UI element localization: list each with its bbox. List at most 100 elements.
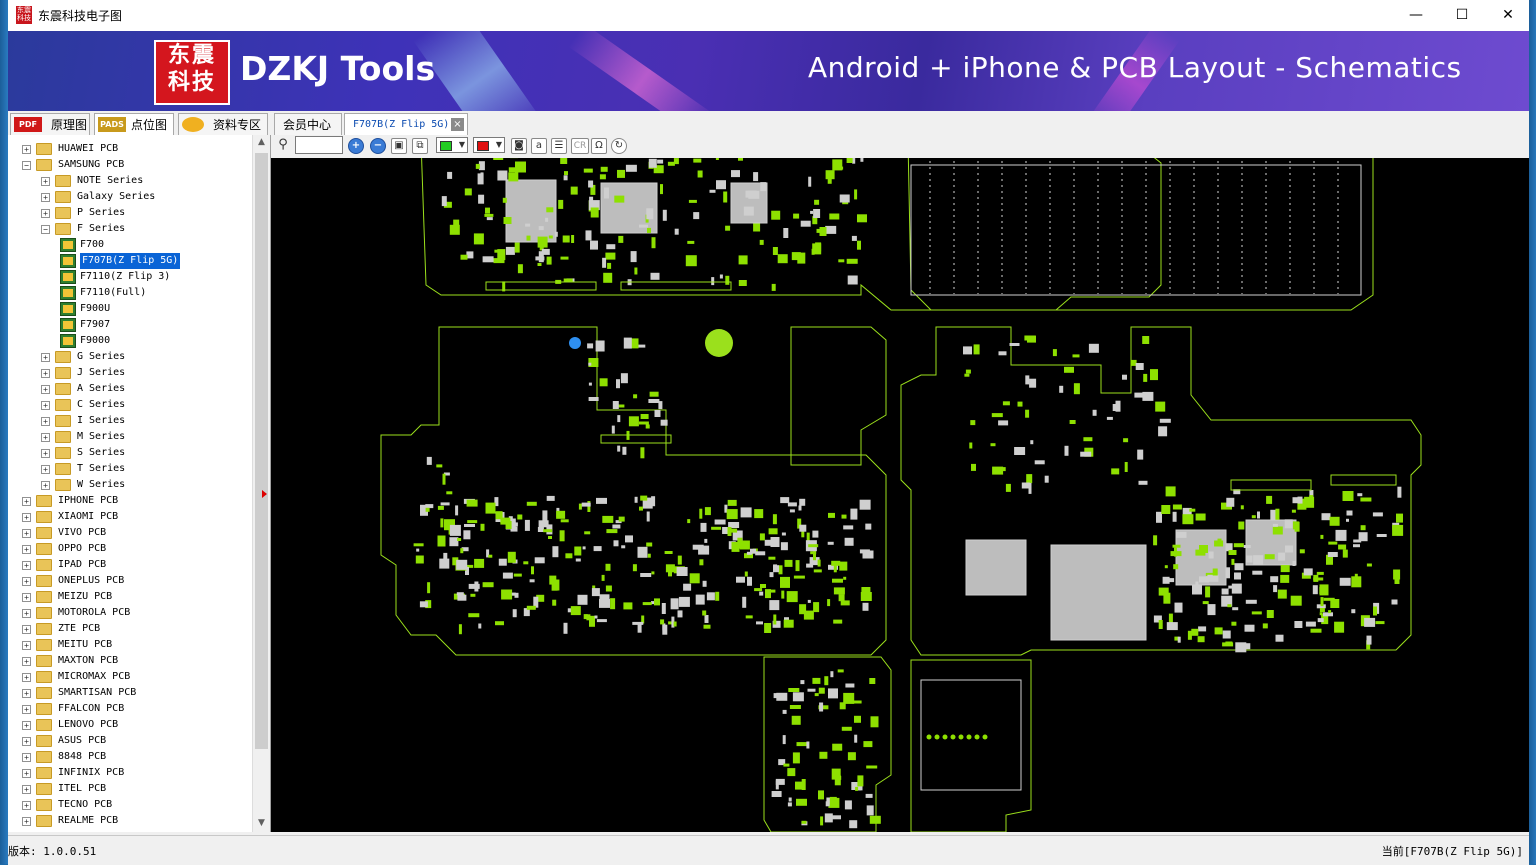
layer-toggle-icon[interactable]: ◙ xyxy=(511,138,527,154)
component-pad xyxy=(617,169,625,178)
shield-dot xyxy=(1001,185,1003,187)
expander-icon[interactable]: + xyxy=(41,465,50,474)
shield-dot xyxy=(1049,233,1051,235)
scroll-thumb[interactable] xyxy=(255,153,268,749)
expander-icon[interactable]: + xyxy=(41,417,50,426)
expander-icon[interactable]: + xyxy=(22,577,31,586)
component-pad xyxy=(523,561,529,565)
expander-icon[interactable]: + xyxy=(22,689,31,698)
chevron-down-icon: ▼ xyxy=(458,140,465,149)
component-pad xyxy=(1392,524,1404,536)
zoom-in-button[interactable]: + xyxy=(348,138,364,154)
expander-icon[interactable]: + xyxy=(41,369,50,378)
expander-icon[interactable]: + xyxy=(22,817,31,826)
tab-member-center[interactable]: 会员中心 xyxy=(274,113,342,135)
component-pad xyxy=(1222,630,1231,639)
shield-dot xyxy=(1241,257,1243,259)
rotate-icon[interactable]: ↻ xyxy=(611,138,627,154)
expander-icon[interactable]: + xyxy=(22,529,31,538)
expander-icon[interactable]: + xyxy=(41,193,50,202)
expander-icon[interactable]: + xyxy=(41,433,50,442)
expander-icon[interactable]: + xyxy=(41,449,50,458)
text-toggle-icon[interactable]: a xyxy=(531,138,547,154)
component-pad xyxy=(1251,611,1262,615)
shield-dot xyxy=(1097,251,1099,253)
tree-item-label: MEITU PCB xyxy=(58,639,113,650)
zoom-input[interactable] xyxy=(295,136,343,154)
shield-dot xyxy=(1265,263,1267,265)
tab-schematic[interactable]: PDF 原理图 xyxy=(10,113,90,135)
pcb-layout[interactable] xyxy=(271,135,1529,832)
expander-icon[interactable]: − xyxy=(41,225,50,234)
expander-icon[interactable]: + xyxy=(22,657,31,666)
minimize-button[interactable]: — xyxy=(1393,0,1439,31)
component-pad xyxy=(1297,496,1303,504)
component-pad xyxy=(841,514,847,519)
maximize-button[interactable]: ☐ xyxy=(1439,0,1485,31)
component-pad xyxy=(596,497,607,504)
expander-icon[interactable]: + xyxy=(22,513,31,522)
tab-bitmap[interactable]: PADS 点位图 xyxy=(94,113,174,135)
expander-icon[interactable]: + xyxy=(22,545,31,554)
component-pad xyxy=(869,678,876,684)
component-pad xyxy=(844,537,854,546)
shield-dot xyxy=(1121,161,1123,163)
expander-icon[interactable]: + xyxy=(22,753,31,762)
expander-icon[interactable]: + xyxy=(22,705,31,714)
cr-button[interactable]: CR xyxy=(571,138,589,154)
expander-icon[interactable]: + xyxy=(22,785,31,794)
component-pad xyxy=(1130,359,1137,366)
shield-dot xyxy=(929,215,931,217)
list-icon[interactable]: ☰ xyxy=(551,138,567,154)
expander-icon[interactable]: + xyxy=(22,145,31,154)
expander-icon[interactable]: + xyxy=(22,641,31,650)
expander-icon[interactable]: + xyxy=(22,609,31,618)
component-pad xyxy=(1275,634,1284,642)
expander-icon[interactable]: + xyxy=(22,593,31,602)
expander-icon[interactable]: + xyxy=(41,401,50,410)
component-pad xyxy=(606,529,618,534)
fit-page-icon[interactable]: ▣ xyxy=(391,138,407,154)
component-pad xyxy=(586,614,591,621)
shield-dot xyxy=(1145,209,1147,211)
expander-icon[interactable]: + xyxy=(22,497,31,506)
expander-icon[interactable]: + xyxy=(41,209,50,218)
expander-icon[interactable]: + xyxy=(22,801,31,810)
highlight-color-picker[interactable]: ▼ xyxy=(473,137,505,153)
component-pad xyxy=(661,603,666,614)
ohm-button[interactable]: Ω xyxy=(591,138,607,154)
tree-scrollbar[interactable]: ▲ ▼ xyxy=(252,135,270,832)
shield-dot xyxy=(1025,209,1027,211)
tab-document-f707b[interactable]: F707B(Z Flip 5G) × xyxy=(344,113,468,135)
expander-icon[interactable]: + xyxy=(22,625,31,634)
component-pad xyxy=(583,168,593,173)
close-button[interactable]: ✕ xyxy=(1485,0,1531,31)
expander-icon[interactable]: + xyxy=(41,353,50,362)
shield-dot xyxy=(1289,215,1291,217)
search-icon[interactable]: ⚲ xyxy=(275,138,291,154)
expander-icon[interactable]: + xyxy=(22,769,31,778)
scroll-down-icon[interactable]: ▼ xyxy=(256,818,267,828)
copy-view-icon[interactable]: ⧉ xyxy=(412,138,428,154)
net-color-picker[interactable]: ▼ xyxy=(436,137,468,153)
pcb-canvas[interactable] xyxy=(271,135,1529,832)
component-pad xyxy=(1360,525,1366,531)
collapse-panel-icon[interactable] xyxy=(262,490,267,498)
shield-dot xyxy=(1001,167,1003,169)
expander-icon[interactable]: + xyxy=(22,721,31,730)
close-tab-icon[interactable]: × xyxy=(451,118,464,131)
component-pad xyxy=(552,599,557,606)
zoom-out-button[interactable]: − xyxy=(370,138,386,154)
expander-icon[interactable]: + xyxy=(41,177,50,186)
tree-item-label: INFINIX PCB xyxy=(58,767,125,778)
expander-icon[interactable]: + xyxy=(41,385,50,394)
tab-resources[interactable]: 资料专区 xyxy=(178,113,268,135)
expander-icon[interactable]: + xyxy=(41,481,50,490)
expander-icon[interactable]: + xyxy=(22,737,31,746)
expander-icon[interactable]: − xyxy=(22,161,31,170)
expander-icon[interactable]: + xyxy=(22,561,31,570)
expander-icon[interactable]: + xyxy=(22,673,31,682)
shield-dot xyxy=(1025,227,1027,229)
scroll-up-icon[interactable]: ▲ xyxy=(256,137,267,147)
shield-dot xyxy=(1121,185,1123,187)
